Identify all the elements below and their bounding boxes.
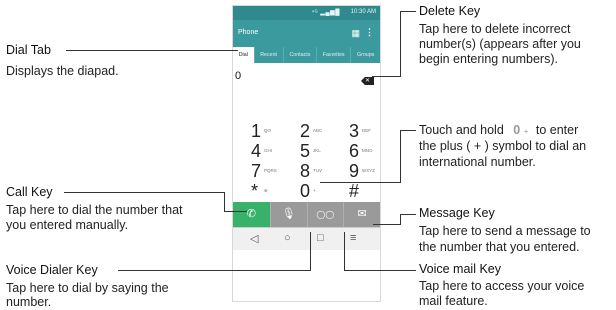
- back-icon[interactable]: ◁: [250, 232, 258, 245]
- call-key-title: Call Key: [6, 185, 53, 199]
- voice-dialer-desc-1: Tap here to dial by saying the: [6, 281, 169, 295]
- grid-icon[interactable]: ▦: [351, 28, 360, 39]
- tab-contacts[interactable]: Contacts: [282, 47, 316, 63]
- phone-screen: ⁴ᴳ ▂▄▆█ 10:30 AM Phone ▦ ⋮ Dial Recent C…: [233, 6, 380, 301]
- tab-bar: Dial Recent Contacts Favorites Groups: [233, 47, 380, 63]
- zero-key-glyph: 0: [513, 123, 521, 137]
- key-letters: MNO: [362, 148, 373, 153]
- backspace-icon[interactable]: ✕: [361, 77, 374, 85]
- tab-recent[interactable]: Recent: [253, 47, 283, 63]
- key-letters: DEF: [362, 128, 371, 133]
- status-time: 10:30 AM: [350, 9, 376, 15]
- nav-bar: ◁ ○ □ ≡: [233, 227, 380, 250]
- key-letters: QO: [264, 128, 272, 133]
- delete-key-title: Delete Key: [419, 4, 481, 18]
- delete-key-leader-end: [400, 11, 416, 12]
- delete-key-desc-2: number(s) (appears after you: [419, 37, 581, 51]
- plus-desc-1: Touch and hold 0 + to enter: [419, 123, 578, 139]
- voicemail-key-desc-2: mail feature.: [419, 294, 488, 308]
- plus-key-glyph: +: [523, 127, 529, 136]
- key-letters: +: [313, 188, 316, 193]
- key-letters: ABC: [313, 128, 323, 133]
- more-vert-icon[interactable]: ⋮: [365, 27, 374, 38]
- app-header: Phone ▦ ⋮: [233, 20, 380, 47]
- home-icon[interactable]: ○: [284, 232, 291, 244]
- voice-dialer-button[interactable]: 🎙: [269, 202, 307, 227]
- call-button[interactable]: ✆: [233, 202, 270, 227]
- message-key-leader-v: [400, 214, 401, 225]
- voice-dialer-leader-h: [118, 270, 311, 271]
- call-key-leader-v: [224, 192, 225, 211]
- key-star[interactable]: * ⊕: [233, 178, 282, 204]
- call-key-desc-1: Tap here to dial the number that: [6, 203, 183, 217]
- message-key-title: Message Key: [419, 206, 495, 220]
- dial-tab-title: Dial Tab: [6, 43, 51, 57]
- microphone-icon: 🎙: [281, 208, 296, 220]
- plus-leader-v: [400, 130, 401, 183]
- voicemail-button[interactable]: ◯◯: [306, 202, 344, 227]
- key-letters: ⊕: [264, 188, 268, 193]
- number-display: 0 ✕: [233, 63, 380, 118]
- message-key-desc-2: the number that you entered.: [419, 240, 580, 254]
- voice-dialer-leader-v: [310, 232, 311, 271]
- delete-key-desc-3: begin entering numbers).: [419, 52, 558, 66]
- app-title: Phone: [238, 29, 259, 36]
- tab-favorites[interactable]: Favorites: [316, 47, 350, 63]
- dial-tab-leader: [66, 50, 238, 51]
- key-letters: GHI: [264, 148, 273, 153]
- entered-number: 0: [235, 70, 242, 82]
- action-row: ✆ 🎙 ◯◯ ✉: [233, 202, 380, 227]
- plus-leader-end: [400, 130, 416, 131]
- status-bar: ⁴ᴳ ▂▄▆█ 10:30 AM: [233, 6, 380, 20]
- voicemail-key-title: Voice mail Key: [419, 262, 501, 276]
- voicemail-icon: ◯◯: [316, 210, 335, 219]
- message-icon: ✉: [357, 208, 367, 220]
- plus-desc-text-b: to enter: [535, 123, 579, 137]
- key-digit: #: [349, 181, 360, 201]
- key-letters: TUV: [313, 168, 322, 173]
- message-key-leader-end: [400, 214, 416, 215]
- delete-key-desc-1: Tap here to delete incorrect: [419, 22, 571, 36]
- dial-tab-desc: Displays the diapad.: [6, 64, 119, 78]
- plus-desc-text-a: Touch and hold: [419, 123, 504, 137]
- recent-apps-icon[interactable]: □: [317, 232, 324, 244]
- tab-groups[interactable]: Groups: [350, 47, 380, 63]
- voice-dialer-desc-2: number.: [6, 295, 52, 309]
- keypad: 1 QO 2 ABC 3 DEF 4 GHI 5 JKL 6 MNO 7 PQRS 8 TUV …: [233, 118, 380, 201]
- signal-icon: ⁴ᴳ ▂▄▆█: [311, 10, 340, 16]
- voicemail-key-desc-1: Tap here to access your voice: [419, 279, 585, 293]
- delete-key-leader-v: [400, 11, 401, 77]
- delete-key-leader-h: [372, 76, 400, 77]
- plus-desc-3: international number.: [419, 155, 536, 169]
- key-digit: *: [251, 181, 259, 201]
- call-key-leader-end: [224, 211, 247, 212]
- menu-icon[interactable]: ≡: [350, 232, 356, 244]
- voicemail-leader-v: [344, 232, 345, 270]
- message-key-desc-1: Tap here to send a message to: [419, 224, 591, 238]
- plus-desc-2: the plus ( + ) symbol to dial an: [419, 139, 587, 153]
- key-letters: PQRS: [264, 168, 277, 173]
- phone-icon: ✆: [246, 208, 256, 220]
- voicemail-leader-h: [344, 270, 416, 271]
- key-letters: WXYZ: [362, 168, 375, 173]
- key-digit: 0: [300, 181, 311, 201]
- key-letters: JKL: [313, 148, 321, 153]
- voice-dialer-title: Voice Dialer Key: [6, 263, 98, 277]
- call-key-desc-2: you entered manually.: [6, 218, 129, 232]
- message-key-leader-h: [373, 224, 401, 225]
- plus-leader-h: [320, 182, 400, 183]
- call-key-leader-h: [64, 192, 225, 193]
